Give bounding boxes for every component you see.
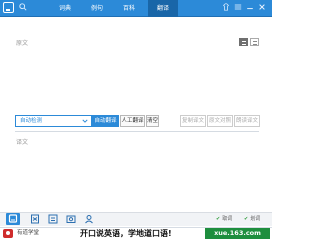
skin-icon[interactable] [222, 3, 230, 11]
source-placeholder: 原文 [16, 40, 29, 47]
screen-translate-icon[interactable] [48, 214, 58, 224]
check-icon: ✔ [244, 216, 249, 222]
read-translation-button[interactable]: 朗读译文 [234, 115, 260, 127]
clear-button[interactable]: 清空 [146, 115, 159, 127]
close-icon[interactable] [258, 3, 266, 11]
language-select-value: 自动检测 [20, 118, 43, 124]
tab-encyclopedia[interactable]: 百科 [114, 0, 144, 17]
original-comparison-button[interactable]: 原文对照 [207, 115, 233, 127]
capture-word-toggle[interactable]: ✔ 取词 [216, 213, 232, 225]
ad-site-link[interactable]: xue.163.com [205, 228, 270, 239]
auto-translate-button[interactable]: 自动翻译 [92, 115, 119, 127]
ad-slogan[interactable]: 开口说英语，学地道口语! [80, 227, 172, 240]
youdao-academy-logo-icon [3, 229, 13, 238]
wordbook-icon[interactable] [30, 214, 40, 224]
tab-examples[interactable]: 例句 [82, 0, 112, 17]
select-word-toggle[interactable]: ✔ 划词 [244, 213, 260, 225]
app-logo-icon[interactable] [3, 2, 14, 13]
photo-translate-icon[interactable] [66, 214, 76, 224]
human-translate-button[interactable]: 人工翻译 [120, 115, 145, 127]
minimize-icon[interactable] [246, 3, 254, 11]
menu-icon[interactable] [234, 3, 242, 11]
check-icon: ✔ [216, 216, 221, 222]
ad-brand: 有道学堂 [17, 230, 40, 236]
capture-word-label: 取词 [222, 216, 233, 222]
divider [15, 131, 259, 132]
chevron-down-icon [82, 119, 88, 123]
home-icon[interactable] [6, 213, 20, 225]
target-placeholder: 译文 [16, 139, 29, 146]
tab-dictionary[interactable]: 词典 [50, 0, 80, 17]
source-text-input[interactable] [15, 36, 259, 108]
single-view-toggle[interactable] [239, 38, 248, 46]
language-select[interactable]: 自动检测 [15, 115, 92, 127]
copy-translation-button[interactable]: 复制译文 [180, 115, 206, 127]
user-icon[interactable] [84, 214, 94, 224]
select-word-label: 划词 [250, 216, 261, 222]
split-view-toggle[interactable] [250, 38, 259, 46]
search-icon[interactable] [19, 3, 27, 11]
tab-translate[interactable]: 翻译 [148, 0, 178, 17]
